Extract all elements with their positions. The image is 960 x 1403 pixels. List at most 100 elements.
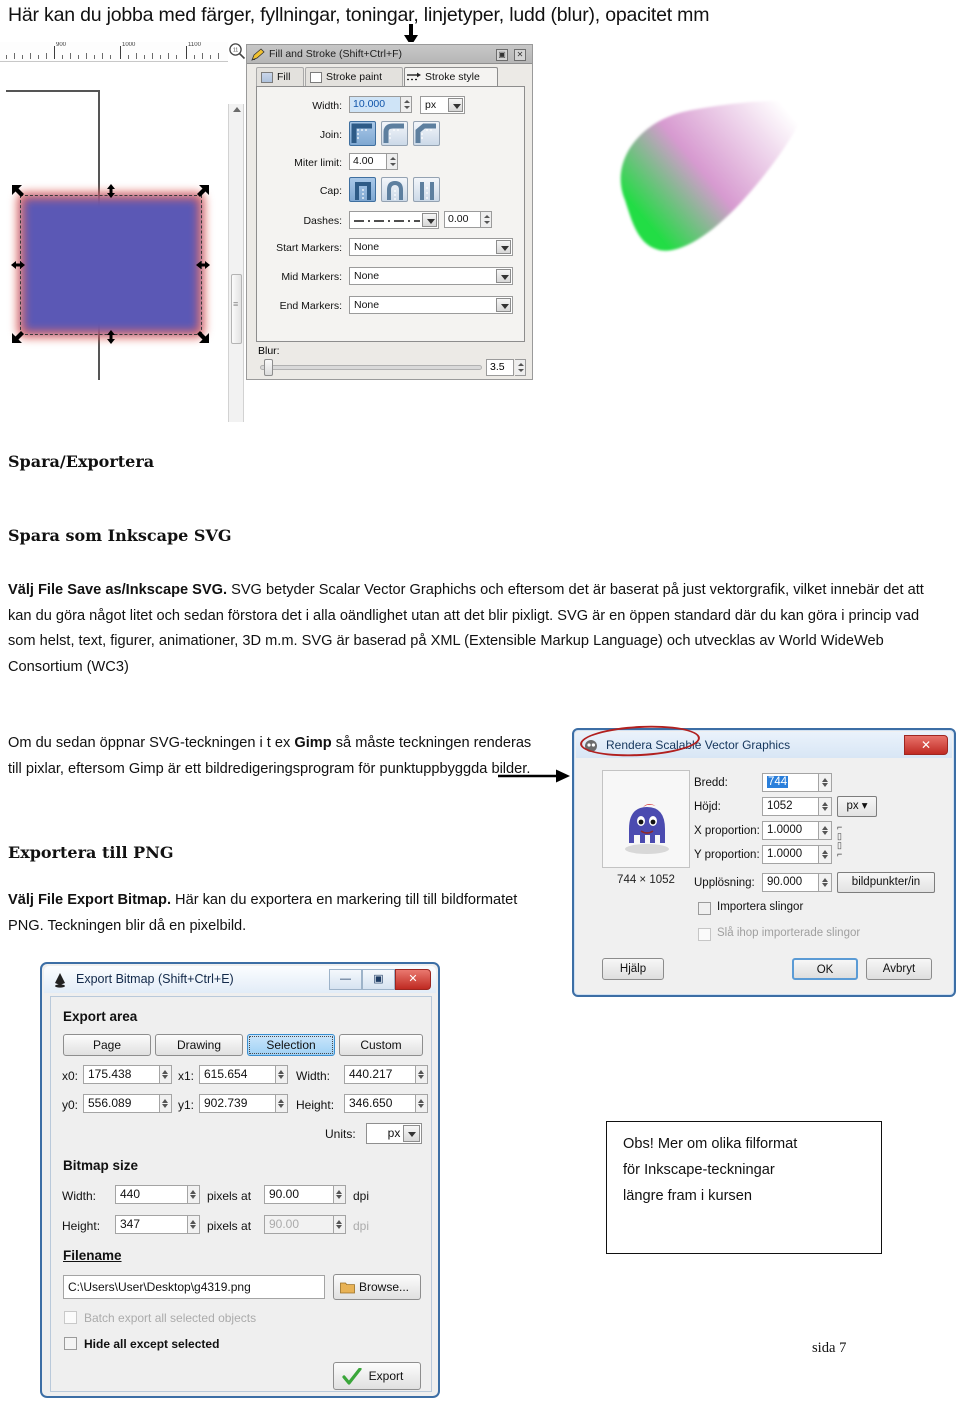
area-page-button[interactable]: Page — [63, 1034, 151, 1056]
cap-round-button[interactable] — [381, 177, 408, 202]
mid-markers-combo[interactable]: None — [349, 267, 513, 285]
area-custom-button[interactable]: Custom — [339, 1034, 423, 1056]
resize-handle-s[interactable] — [104, 330, 118, 344]
size-unit-dropdown[interactable]: px ▾ — [837, 796, 877, 817]
blur-stepper[interactable] — [515, 359, 526, 376]
miter-limit-input[interactable]: 4.00 — [349, 153, 387, 170]
resize-handle-ne[interactable] — [196, 184, 210, 198]
resize-handle-sw[interactable] — [11, 330, 25, 344]
bitmap-width-stepper[interactable] — [188, 1185, 200, 1204]
join-bevel-button[interactable] — [413, 121, 440, 146]
stroke-width-input[interactable]: 10.000 — [349, 96, 401, 113]
start-markers-chevron-down-icon[interactable] — [496, 240, 511, 254]
cap-butt-button[interactable] — [349, 177, 376, 202]
ruler-label: 1000 — [122, 42, 136, 48]
tab-stroke-paint[interactable]: Stroke paint — [305, 67, 403, 86]
tab-fill[interactable]: Fill — [256, 67, 304, 86]
scroll-up-arrow-icon[interactable] — [233, 107, 241, 112]
ok-button[interactable]: OK — [792, 958, 858, 980]
x-proportion-stepper[interactable] — [819, 821, 832, 840]
minimize-button[interactable]: — — [329, 969, 362, 990]
bitmap-width-dpi-stepper[interactable] — [334, 1185, 346, 1204]
hojd-input[interactable]: 1052 — [762, 797, 819, 816]
y0-input[interactable]: 556.089 — [83, 1094, 160, 1113]
y1-stepper[interactable] — [276, 1094, 288, 1113]
canvas-vertical-scrollbar[interactable] — [228, 104, 244, 422]
browse-button[interactable]: Browse... — [333, 1274, 421, 1300]
area-height-stepper[interactable] — [416, 1094, 428, 1113]
gimp-close-button[interactable]: ✕ — [904, 735, 948, 755]
close-icon[interactable]: ✕ — [514, 49, 526, 61]
bredd-stepper[interactable] — [819, 773, 832, 792]
x0-stepper[interactable] — [160, 1065, 172, 1084]
blur-label: Blur: — [258, 345, 280, 357]
chevron-down-icon[interactable] — [448, 98, 463, 112]
y1-input[interactable]: 902.739 — [199, 1094, 276, 1113]
upplosning-input[interactable]: 90.000 — [762, 873, 819, 892]
resize-handle-n[interactable] — [104, 184, 118, 198]
note-line-2: för Inkscape-teckningar — [623, 1162, 775, 1178]
units-chevron-down-icon[interactable] — [403, 1125, 420, 1142]
bredd-input[interactable]: 744 — [762, 773, 819, 792]
miter-limit-stepper[interactable] — [387, 153, 398, 170]
magnifier-icon[interactable]: 11 — [228, 42, 246, 60]
blur-slider-knob[interactable] — [264, 359, 273, 376]
area-selection-button[interactable]: Selection — [247, 1034, 335, 1056]
area-drawing-button[interactable]: Drawing — [155, 1034, 243, 1056]
dash-offset-stepper[interactable] — [481, 211, 492, 228]
x-proportion-input[interactable]: 1.0000 — [762, 821, 819, 840]
scrollbar-thumb[interactable] — [231, 274, 242, 344]
hojd-stepper[interactable] — [819, 797, 832, 816]
chain-link-icon[interactable]: ⌐ ▯ ▯ ⌐ — [837, 823, 842, 859]
end-markers-chevron-down-icon[interactable] — [496, 298, 511, 312]
join-round-button[interactable] — [381, 121, 408, 146]
close-button[interactable]: ✕ — [395, 969, 431, 990]
page-title: Här kan du jobba med färger, fyllningar,… — [8, 4, 710, 26]
resize-handle-nw[interactable] — [11, 184, 25, 198]
bitmap-height-input[interactable]: 347 — [115, 1215, 188, 1234]
x0-input[interactable]: 175.438 — [83, 1065, 160, 1084]
blur-control-row: Blur: 3.5 — [256, 345, 526, 379]
blur-value-input[interactable]: 3.5 — [486, 359, 514, 376]
start-markers-combo[interactable]: None — [349, 238, 513, 256]
dash-offset-input[interactable]: 0.00 — [444, 211, 481, 228]
end-markers-combo[interactable]: None — [349, 296, 513, 314]
area-width-input[interactable]: 440.217 — [344, 1065, 416, 1084]
bitmap-width-dpi-input[interactable]: 90.00 — [264, 1185, 334, 1204]
area-width-stepper[interactable] — [416, 1065, 428, 1084]
resize-handle-se[interactable] — [196, 330, 210, 344]
blur-slider-track[interactable] — [260, 365, 482, 370]
resize-handle-w[interactable] — [11, 258, 25, 272]
dock-button[interactable]: ▣ — [496, 49, 508, 61]
mid-markers-label: Mid Markers: — [281, 271, 342, 283]
resolution-unit-dropdown[interactable]: bildpunkter/in — [837, 872, 935, 893]
export-button[interactable]: Export — [333, 1362, 421, 1390]
importera-slingor-checkbox[interactable] — [698, 902, 711, 915]
maximize-button[interactable]: ▣ — [362, 969, 395, 990]
width-label: Width: — [312, 100, 342, 112]
y0-stepper[interactable] — [160, 1094, 172, 1113]
upplosning-stepper[interactable] — [819, 873, 832, 892]
hjalp-button[interactable]: Hjälp — [602, 958, 664, 980]
area-height-input[interactable]: 346.650 — [344, 1094, 416, 1113]
dashes-pattern-combo[interactable] — [349, 211, 439, 229]
bitmap-height-stepper[interactable] — [188, 1215, 200, 1234]
y-proportion-stepper[interactable] — [819, 845, 832, 864]
resize-handle-e[interactable] — [196, 258, 210, 272]
mid-markers-chevron-down-icon[interactable] — [496, 269, 511, 283]
tab-stroke-style[interactable]: Stroke style — [404, 67, 498, 86]
hide-all-except-selected-checkbox[interactable] — [64, 1337, 77, 1350]
x1-stepper[interactable] — [276, 1065, 288, 1084]
cap-square-button[interactable] — [413, 177, 440, 202]
dashes-chevron-down-icon[interactable] — [422, 213, 437, 227]
stroke-width-stepper[interactable] — [401, 96, 412, 113]
y-proportion-input[interactable]: 1.0000 — [762, 845, 819, 864]
units-combo[interactable]: px — [366, 1123, 422, 1144]
width-unit-combo[interactable]: px — [420, 96, 465, 114]
filename-input[interactable]: C:\Users\User\Desktop\g4319.png — [63, 1275, 325, 1299]
join-miter-button[interactable] — [349, 121, 376, 146]
bitmap-width-input[interactable]: 440 — [115, 1185, 188, 1204]
x1-input[interactable]: 615.654 — [199, 1065, 276, 1084]
avbryt-button[interactable]: Avbryt — [866, 958, 932, 980]
drawing-canvas[interactable] — [0, 62, 228, 380]
